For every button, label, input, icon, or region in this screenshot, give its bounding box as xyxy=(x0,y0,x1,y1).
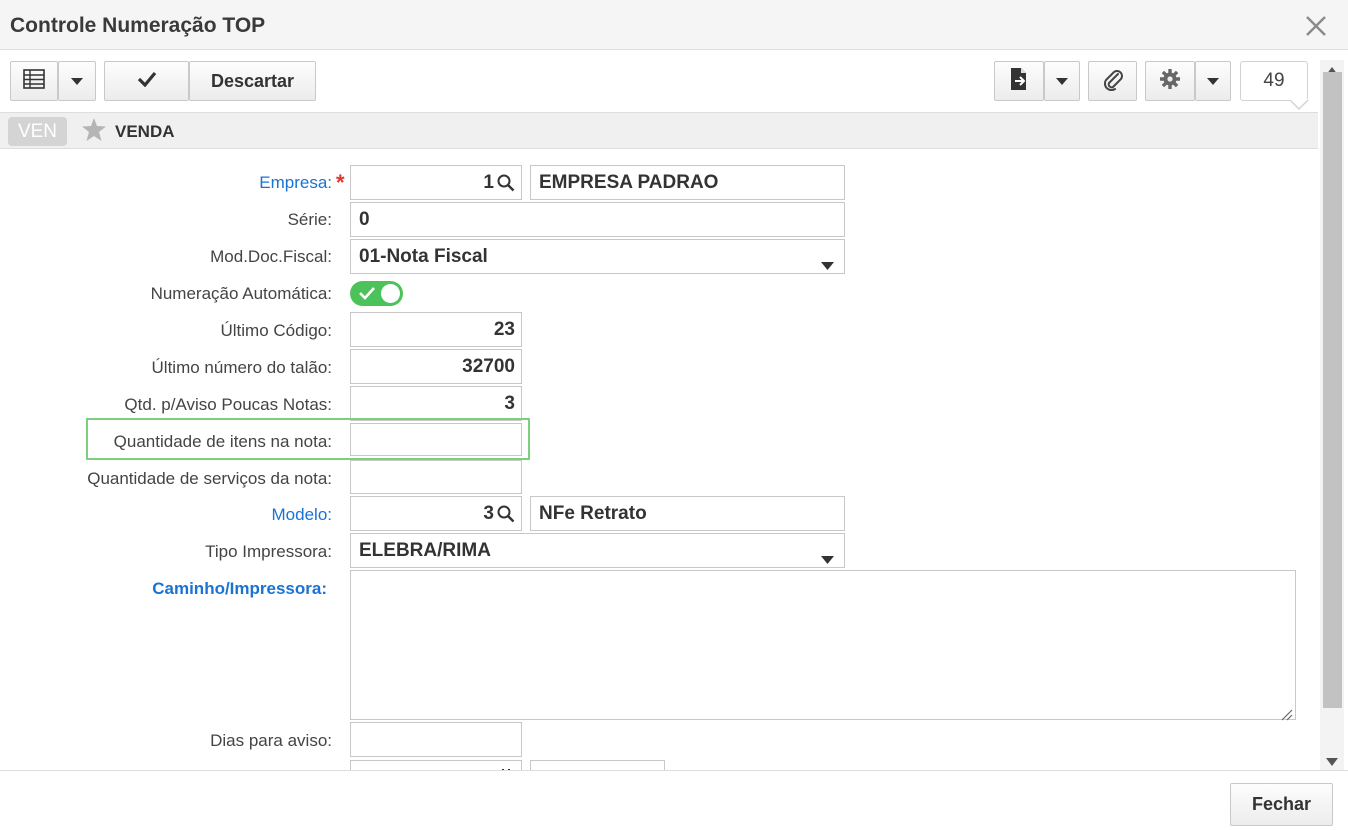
section-header xyxy=(0,112,1318,149)
close-button[interactable]: Fechar xyxy=(1230,783,1333,826)
file-export-icon xyxy=(1009,67,1029,96)
close-button-label: Fechar xyxy=(1251,794,1312,814)
empresa-label[interactable]: Empresa: xyxy=(0,173,332,193)
caret-down-icon xyxy=(71,72,83,90)
tipo-impressora-select[interactable]: ELEBRA/RIMA xyxy=(350,533,845,568)
ultimo-numero-talao-field[interactable]: 32700 xyxy=(350,349,522,384)
modelo-name-field[interactable]: NFe Retrato xyxy=(530,496,845,531)
mod-doc-fiscal-label: Mod.Doc.Fiscal: xyxy=(210,247,332,266)
caminho-impressora-label[interactable]: Caminho/Impressora: xyxy=(0,579,327,599)
tipo-impressora-value: ELEBRA/RIMA xyxy=(359,539,491,561)
caret-down-icon xyxy=(1207,72,1219,90)
ultimo-codigo-field[interactable]: 23 xyxy=(350,312,522,347)
ultimo-numero-talao-label: Último número do talão: xyxy=(151,358,332,377)
qtd-itens-field[interactable] xyxy=(350,423,522,456)
mod-doc-fiscal-value: 01-Nota Fiscal xyxy=(359,245,488,267)
dialog-footer xyxy=(0,770,1348,830)
empresa-code-field[interactable]: 1 xyxy=(350,165,522,200)
export-dropdown[interactable] xyxy=(1044,61,1080,101)
resize-handle-icon[interactable] xyxy=(1281,705,1293,727)
required-asterisk: * xyxy=(336,170,345,195)
gear-icon xyxy=(1159,68,1181,95)
star-icon[interactable] xyxy=(82,118,106,146)
empresa-code-value: 1 xyxy=(483,171,494,193)
qtd-aviso-label: Qtd. p/Aviso Poucas Notas: xyxy=(124,395,332,414)
modelo-code-field[interactable]: 3 xyxy=(350,496,522,531)
empresa-name-field[interactable]: EMPRESA PADRAO xyxy=(530,165,845,200)
settings-button[interactable] xyxy=(1145,61,1195,101)
export-button[interactable] xyxy=(994,61,1044,101)
caret-down-icon xyxy=(821,254,834,276)
caret-down-icon xyxy=(1056,72,1068,90)
section-code-badge: VEN xyxy=(8,117,67,146)
search-icon[interactable] xyxy=(497,505,515,523)
discard-button[interactable]: Descartar xyxy=(189,61,316,101)
toggle-knob xyxy=(381,284,400,303)
dias-aviso-field[interactable] xyxy=(350,722,522,757)
scrollbar-thumb[interactable] xyxy=(1323,72,1342,708)
modelo-label[interactable]: Modelo: xyxy=(0,505,332,525)
qtd-itens-label: Quantidade de itens na nota: xyxy=(113,432,332,451)
mod-doc-fiscal-select[interactable]: 01-Nota Fiscal xyxy=(350,239,845,274)
attachment-button[interactable] xyxy=(1088,61,1137,101)
dialog-title: Controle Numeração TOP xyxy=(10,14,266,37)
grid-icon xyxy=(23,68,45,94)
ultimo-codigo-label: Último Código: xyxy=(220,321,333,340)
section-name: VENDA xyxy=(115,122,175,141)
qtd-servicos-field[interactable] xyxy=(350,460,522,494)
caret-down-icon xyxy=(821,548,834,570)
qtd-aviso-field[interactable]: 3 xyxy=(350,386,522,421)
tipo-impressora-label: Tipo Impressora: xyxy=(205,542,332,561)
close-icon[interactable] xyxy=(1302,10,1330,40)
discard-button-label: Descartar xyxy=(210,70,295,91)
record-count-tail-fill xyxy=(1290,99,1308,108)
search-icon[interactable] xyxy=(497,174,515,192)
record-count-badge: 49 xyxy=(1240,61,1308,101)
caminho-impressora-textarea[interactable] xyxy=(350,570,1296,721)
check-icon xyxy=(137,71,157,92)
numeracao-automatica-label: Numeração Automática: xyxy=(150,284,332,303)
paperclip-icon xyxy=(1102,67,1124,96)
qtd-servicos-label: Quantidade de serviços da nota: xyxy=(87,469,332,488)
settings-dropdown[interactable] xyxy=(1195,61,1231,101)
grid-view-dropdown[interactable] xyxy=(58,61,96,101)
dias-aviso-label: Dias para aviso: xyxy=(210,731,332,750)
serie-label: Série: xyxy=(287,210,332,229)
confirm-button[interactable] xyxy=(104,61,189,101)
modelo-code-value: 3 xyxy=(483,502,494,524)
serie-field[interactable]: 0 xyxy=(350,202,845,237)
check-icon xyxy=(358,286,376,305)
scroll-down-icon[interactable] xyxy=(1326,753,1338,771)
grid-view-button[interactable] xyxy=(10,61,58,101)
